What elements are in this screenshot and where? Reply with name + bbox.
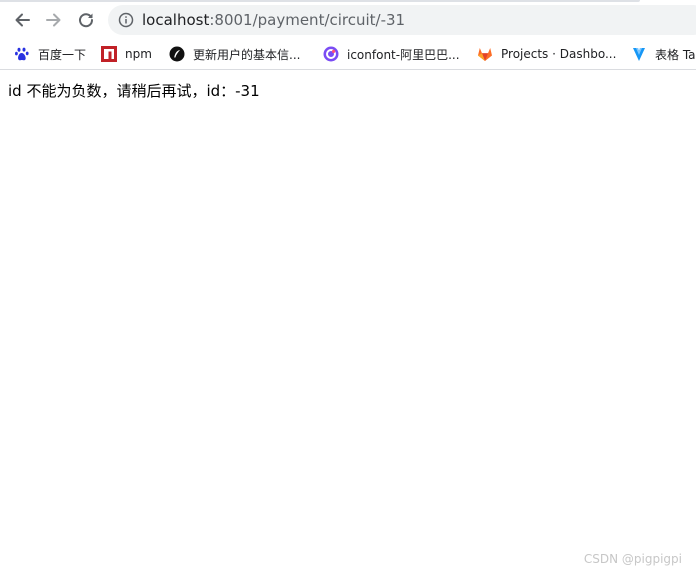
- back-button[interactable]: [9, 8, 35, 32]
- bookmark-vuetify[interactable]: 表格 Ta: [631, 43, 696, 65]
- bookmark-label: 更新用户的基本信...: [193, 47, 301, 62]
- watermark: CSDN @pigpigpi: [583, 552, 682, 566]
- tab-strip-edge: [0, 0, 640, 2]
- reload-icon: [79, 13, 94, 28]
- bookmark-npm[interactable]: npm: [101, 43, 152, 65]
- info-icon[interactable]: [118, 12, 134, 32]
- page-message: id 不能为负数，请稍后再试，id：-31: [8, 82, 260, 100]
- bookmark-label: Projects · Dashbo...: [501, 47, 617, 61]
- iconfont-icon: [323, 46, 339, 62]
- bookmark-label: iconfont-阿里巴巴...: [347, 47, 460, 62]
- bookmark-iconfont[interactable]: iconfont-阿里巴巴...: [323, 43, 460, 65]
- npm-icon: [101, 46, 117, 62]
- bookmark-gitlab[interactable]: Projects · Dashbo...: [477, 43, 616, 65]
- browser-toolbar: localhost:8001/payment/circuit/-31: [0, 0, 696, 40]
- bookmark-label: npm: [125, 47, 152, 61]
- bookmark-label: 表格 Ta: [655, 47, 696, 62]
- forward-arrow-icon: [46, 13, 61, 27]
- back-arrow-icon: [15, 13, 30, 27]
- url-text[interactable]: localhost:8001/payment/circuit/-31: [142, 11, 405, 29]
- vuetify-icon: [631, 46, 647, 62]
- bookmarks-bar: 百度一下 npm 更新用户的基本信... iconfont-阿里巴巴... Pr…: [0, 40, 696, 70]
- reload-button[interactable]: [73, 8, 99, 32]
- url-path: :8001/payment/circuit/-31: [209, 11, 406, 29]
- gitlab-fox-icon: [477, 46, 493, 62]
- forward-button[interactable]: [41, 8, 67, 32]
- bookmark-label: 百度一下: [38, 47, 87, 62]
- bookmark-update-user[interactable]: 更新用户的基本信...: [169, 43, 300, 65]
- feather-icon: [169, 46, 185, 62]
- url-host: localhost: [142, 11, 210, 29]
- address-bar[interactable]: localhost:8001/payment/circuit/-31: [108, 5, 696, 35]
- bookmark-baidu[interactable]: 百度一下: [14, 43, 86, 65]
- baidu-paw-icon: [14, 46, 30, 62]
